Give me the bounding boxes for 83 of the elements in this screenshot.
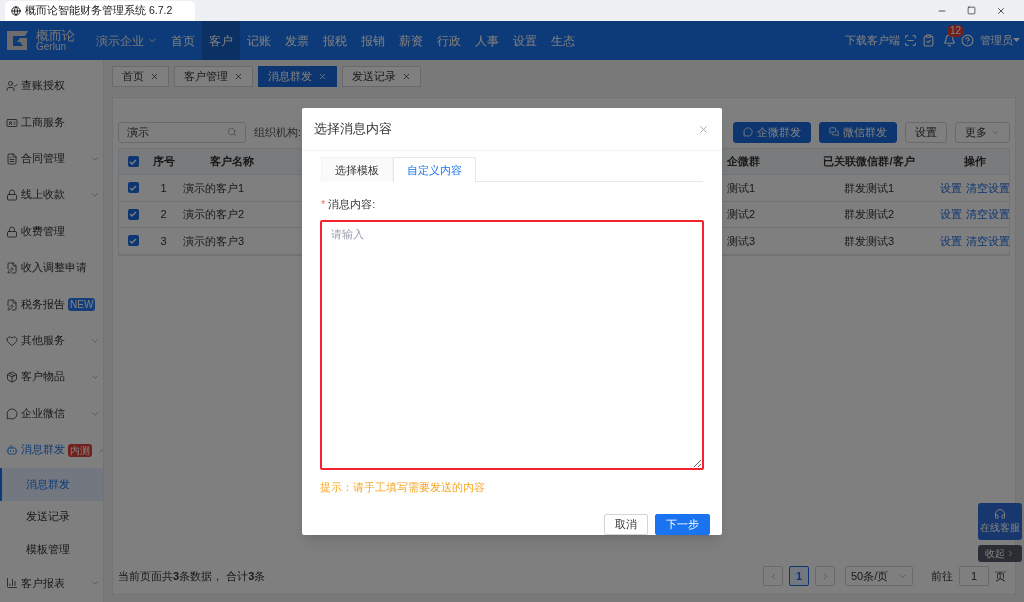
nav-item[interactable]: 记账 (240, 21, 278, 60)
column-header: 序号 (151, 154, 176, 170)
sidebar-item[interactable]: 线上收款 (0, 177, 103, 214)
required-asterisk: * (321, 197, 326, 212)
page-size-select[interactable]: 50条/页 (845, 566, 913, 586)
table-cell: 测试2 (727, 208, 756, 220)
summary-text: 当前页面共3条数据， 合计3条 (118, 568, 266, 584)
nav-item[interactable]: 人事 (468, 21, 506, 60)
collapse-button[interactable]: 收起 (978, 545, 1022, 562)
column-header: 企微群 (727, 155, 760, 168)
online-service-button[interactable]: 在线客服 (978, 503, 1022, 540)
dialog-tab[interactable]: 自定义内容 (393, 157, 476, 182)
action-link[interactable]: 清空设置 (966, 179, 1010, 196)
goto-label: 前往 (931, 568, 953, 584)
table-cell-text: 群发测试1 (842, 180, 896, 196)
nav-item[interactable]: 发票 (278, 21, 316, 60)
page-unit: 页 (995, 568, 1006, 584)
sidebar-item[interactable]: 企业微信 (0, 395, 103, 432)
sidebar-item[interactable]: 收费管理 (0, 213, 103, 250)
hint-text: 提示：请手工填写需要发送的内容 (320, 479, 486, 495)
table-cell-text: 演示的客户2 (182, 207, 246, 222)
toolbar-button[interactable]: 设置 (905, 121, 947, 143)
more-dropdown[interactable]: 更多 (955, 121, 1010, 143)
notification-badge: 12 (947, 25, 965, 37)
next-button[interactable]: 下一步 (655, 514, 710, 535)
logo-subtitle: Gerlun (36, 42, 66, 52)
page-tab[interactable]: 发送记录 (342, 65, 421, 87)
table-cell-text: 2 (159, 207, 168, 222)
action-link[interactable]: 清空设置 (966, 206, 1010, 223)
search-field[interactable]: 演示 (118, 121, 246, 143)
sidebar-item[interactable]: 其他服务 (0, 322, 103, 360)
column-header: 已关联微信群/客户 (822, 154, 916, 170)
sidebar-item[interactable]: 收入调整申请 (0, 249, 103, 287)
table-cell-text: 群发测试3 (842, 233, 896, 249)
page-button[interactable]: 1 (789, 566, 809, 586)
nav-item[interactable]: 生态 (544, 21, 582, 60)
download-link[interactable]: 下载客户端 (845, 32, 900, 49)
nav-item[interactable]: 客户 (202, 21, 240, 60)
toolbar-button[interactable]: 企微群发 (733, 121, 811, 143)
sidebar-item[interactable]: 客户物品 (0, 359, 103, 396)
field-label: 组织机构: (254, 124, 302, 140)
nav-item[interactable]: 设置 (506, 21, 544, 60)
cancel-button[interactable]: 取消 (604, 514, 648, 535)
company-select[interactable]: 演示企业 (94, 31, 160, 50)
sidebar-item[interactable]: 查账授权 (0, 68, 103, 105)
sidebar-item[interactable]: 税务报告 NEW (0, 286, 103, 323)
toolbar-button[interactable]: 微信群发 (819, 121, 897, 143)
action-link[interactable]: 设置 (940, 179, 962, 196)
page-input[interactable]: 1 (959, 566, 989, 586)
sidebar-item[interactable]: 工商服务 (0, 104, 103, 141)
sidebar-item[interactable]: 客户报表 (0, 565, 103, 602)
sidebar-item[interactable]: 合同管理 (0, 140, 103, 178)
table-cell-text: 1 (159, 180, 168, 196)
user-menu[interactable]: 管理员 (980, 32, 1020, 49)
page-tab[interactable]: 首页 (112, 65, 169, 87)
nav-item[interactable]: 报税 (316, 21, 354, 60)
logo-name: 概而论 (36, 29, 75, 42)
nav-item[interactable]: 行政 (430, 21, 468, 60)
table-cell-text: 演示的客户3 (182, 233, 246, 249)
dialog-title: 选择消息内容 (314, 120, 393, 139)
nav-item[interactable]: 薪资 (392, 21, 430, 60)
table-cell-text: 3 (159, 233, 168, 249)
action-link[interactable]: 清空设置 (966, 232, 1010, 249)
page-tab[interactable]: 客户管理 (174, 65, 253, 87)
nav-item[interactable]: 首页 (164, 21, 202, 60)
sidebar-subitem[interactable]: 模板管理 (0, 532, 103, 566)
badge: 内测 (68, 443, 92, 457)
page-tab[interactable]: 消息群发 (258, 65, 337, 87)
message-input[interactable]: 请输入 (320, 219, 704, 470)
column-header: 操作 (963, 154, 987, 170)
table-cell: 测试3 (727, 234, 756, 247)
table-cell: 测试1 (727, 181, 756, 194)
table-cell-text: 群发测试2 (842, 207, 896, 222)
dialog-tab[interactable]: 选择模板 (321, 157, 393, 182)
badge: NEW (68, 298, 96, 312)
action-link[interactable]: 设置 (940, 232, 962, 249)
table-cell-text: 演示的客户1 (182, 180, 246, 196)
browser-tab[interactable]: 概而论智能财务管理系统 6.7.2 (5, 1, 195, 21)
nav-item[interactable]: 报销 (354, 21, 392, 60)
sidebar-subitem[interactable]: 消息群发 (0, 468, 103, 501)
field-label: 消息内容: (328, 197, 376, 212)
action-link[interactable]: 设置 (940, 206, 962, 223)
column-header: 客户名称 (209, 154, 255, 170)
